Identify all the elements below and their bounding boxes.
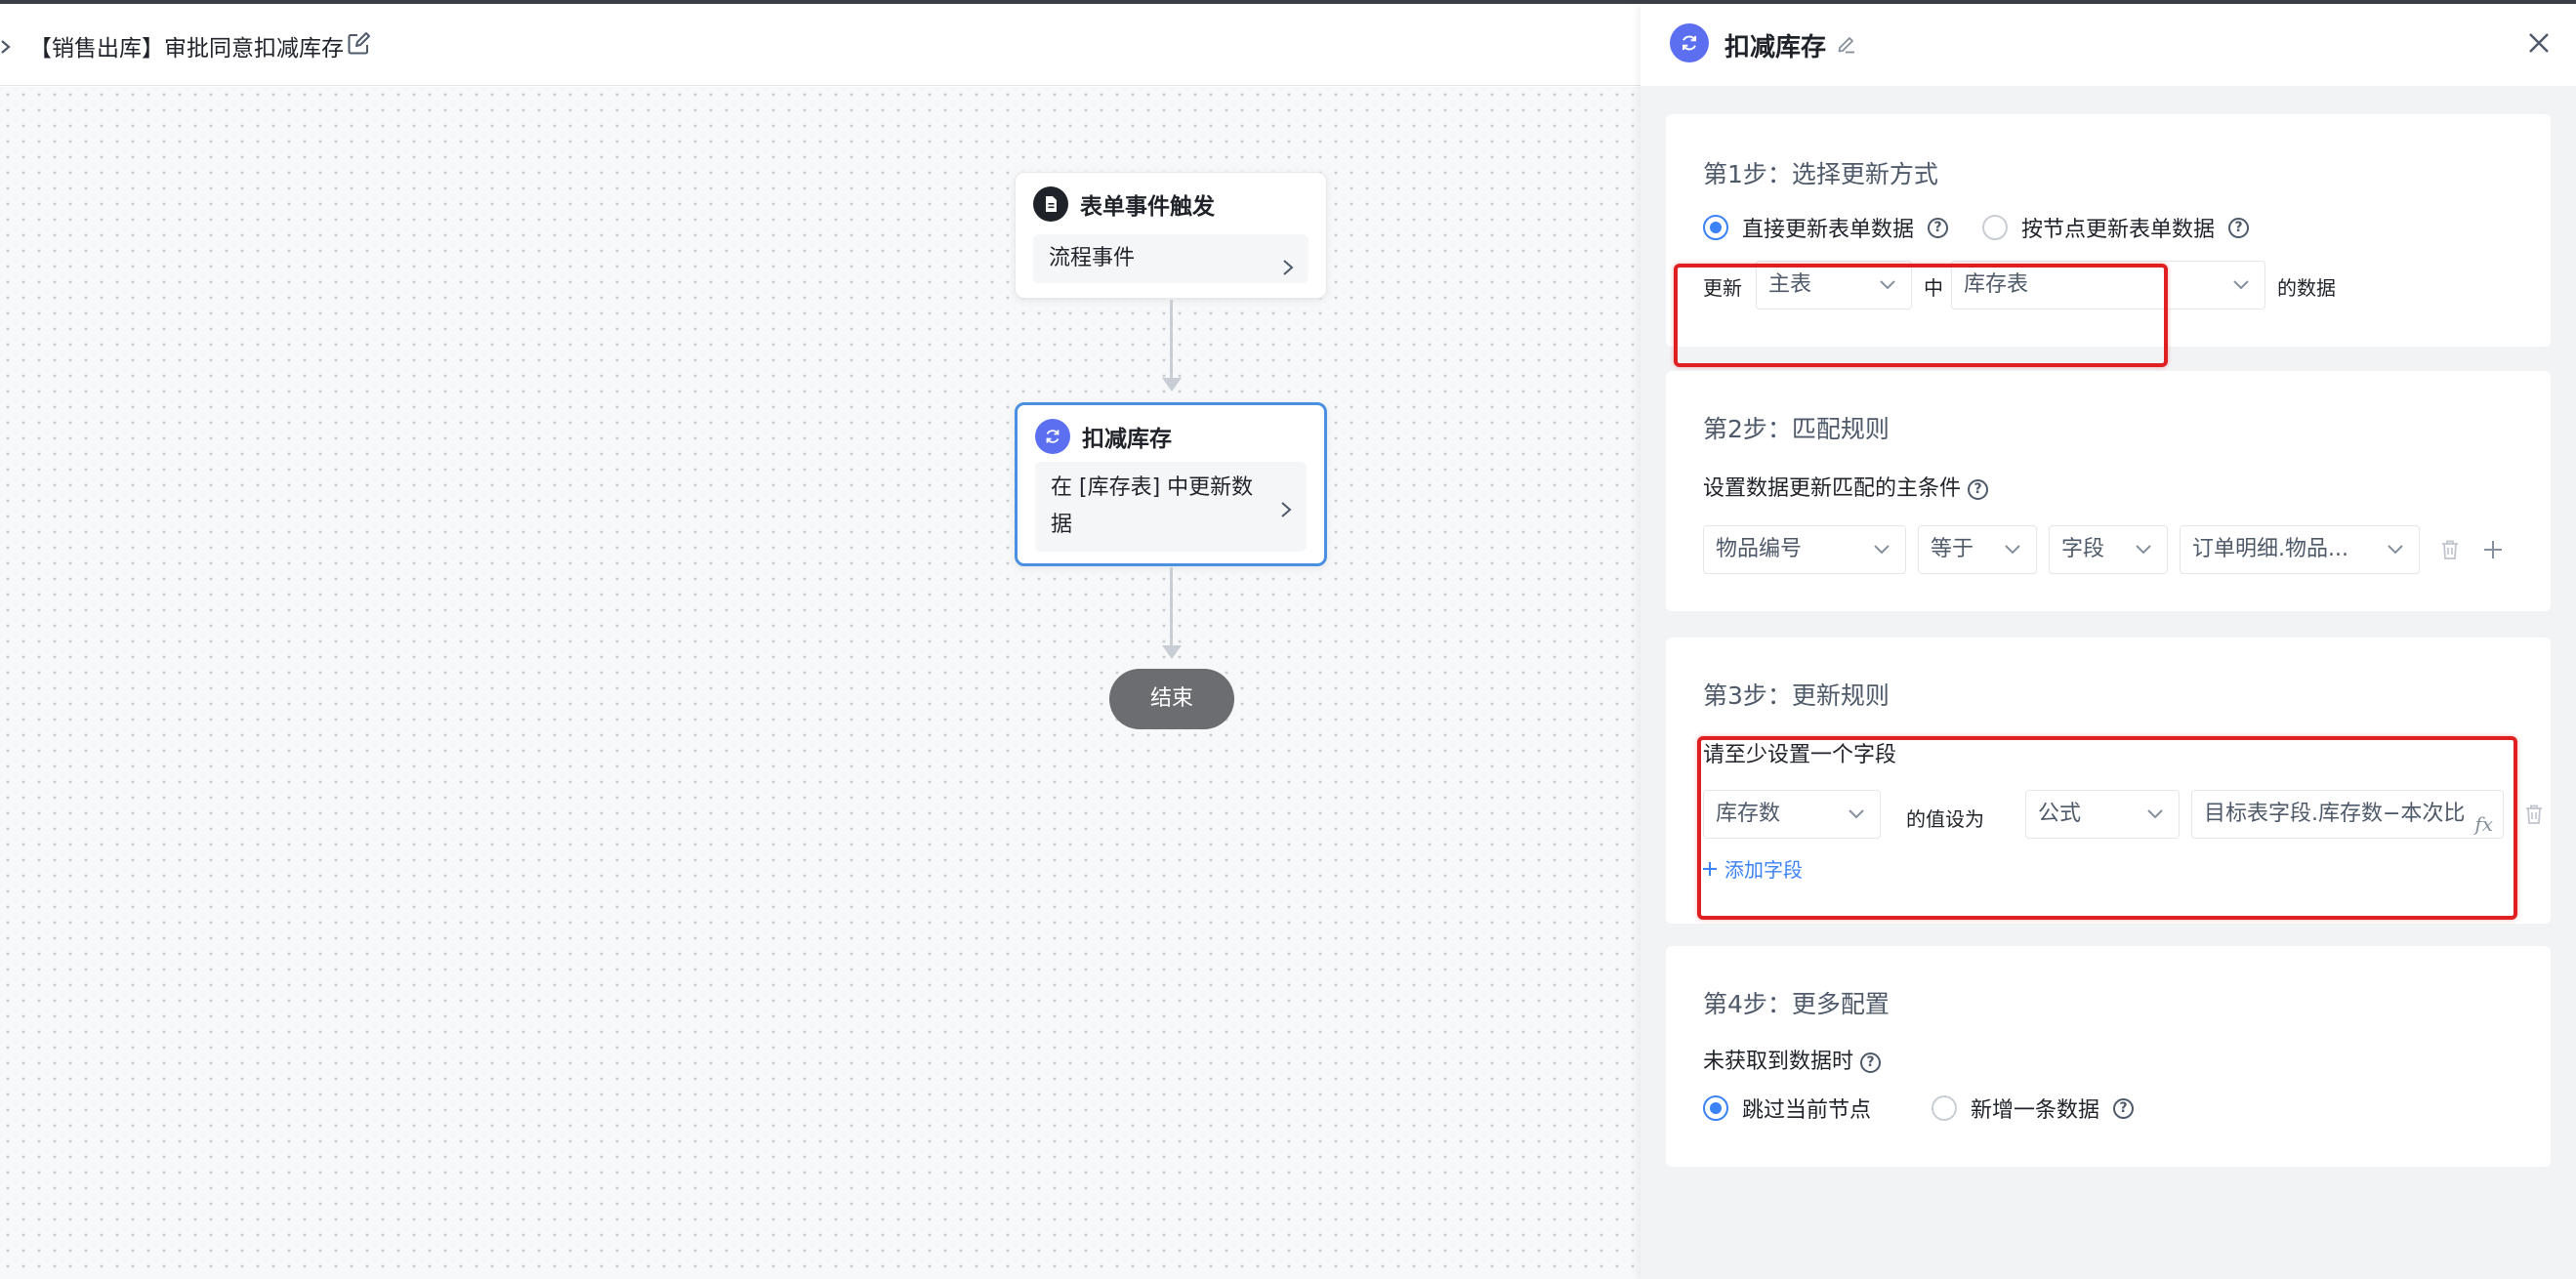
- radio-unchecked: [1932, 1095, 1957, 1121]
- operator-select[interactable]: 等于: [1918, 525, 2037, 574]
- close-icon[interactable]: [2523, 27, 2555, 59]
- sync-icon: [1670, 23, 1709, 62]
- connector-line: [1170, 567, 1173, 645]
- match-condition-label: 设置数据更新匹配的主条件 ?: [1703, 471, 1989, 502]
- no-data-label: 未获取到数据时 ?: [1703, 1044, 1882, 1075]
- radio-direct-update-label: 直接更新表单数据: [1742, 218, 1915, 242]
- flow-canvas[interactable]: 表单事件触发 流程事件 扣减库存 在 [库存表] 中更新数据 结束: [0, 87, 1641, 1279]
- chevron-down-icon: [2136, 545, 2151, 555]
- update-node-body[interactable]: 在 [库存表] 中更新数据: [1035, 462, 1307, 552]
- end-node[interactable]: 结束: [1109, 669, 1234, 729]
- sync-icon: [1035, 419, 1070, 454]
- help-icon[interactable]: ?: [2228, 217, 2250, 238]
- radio-add-record-label: 新增一条数据: [1971, 1098, 2100, 1123]
- match-value-select[interactable]: 订单明细.物品...: [2180, 525, 2420, 574]
- connector-arrow: [1162, 645, 1182, 659]
- radio-skip-node[interactable]: 跳过当前节点: [1703, 1093, 1871, 1124]
- value-type-value: 字段: [2061, 537, 2105, 561]
- radio-update-by-node[interactable]: 按节点更新表单数据 ?: [1982, 212, 2250, 243]
- help-icon[interactable]: ?: [1860, 1052, 1882, 1073]
- chevron-down-icon: [1874, 545, 1890, 555]
- radio-skip-node-label: 跳过当前节点: [1742, 1098, 1872, 1123]
- update-inventory-node[interactable]: 扣减库存 在 [库存表] 中更新数据: [1015, 402, 1327, 566]
- radio-checked: [1703, 215, 1728, 240]
- data-suffix-label: 的数据: [2277, 276, 2336, 300]
- delete-icon[interactable]: [2437, 537, 2463, 562]
- add-icon[interactable]: [2480, 537, 2506, 562]
- step4-card: 第4步：更多配置 未获取到数据时 ? 跳过当前节点 新增一条数据 ?: [1666, 946, 2551, 1167]
- step2-card: 第2步：匹配规则 设置数据更新匹配的主条件 ? 物品编号 等于 字段 订单明细.…: [1666, 371, 2551, 611]
- connector-arrow: [1162, 378, 1182, 392]
- step2-title: 第2步：匹配规则: [1703, 415, 1890, 443]
- help-icon[interactable]: ?: [2113, 1097, 2135, 1119]
- match-condition-text: 设置数据更新匹配的主条件: [1703, 476, 1962, 501]
- step4-title: 第4步：更多配置: [1703, 990, 1890, 1018]
- match-field-value: 物品编号: [1716, 537, 1803, 561]
- chevron-right-icon: [1279, 248, 1297, 275]
- value-type-select[interactable]: 字段: [2049, 525, 2168, 574]
- connector-line: [1170, 300, 1173, 378]
- flow-title: 【销售出库】审批同意扣减库存: [29, 36, 344, 62]
- operator-value: 等于: [1931, 537, 1974, 561]
- highlight-box: [1697, 736, 2517, 920]
- chevron-right-icon: [1277, 496, 1295, 517]
- pencil-icon[interactable]: [1836, 33, 1857, 55]
- match-value: 订单明细.物品...: [2192, 537, 2348, 561]
- delete-icon[interactable]: [2521, 802, 2547, 827]
- node-config-panel: 扣减库存 第1步：选择更新方式 直接更新表单数据 ? 按节点更新表单数据 ? 更…: [1641, 4, 2576, 1279]
- radio-unchecked: [1982, 215, 2008, 240]
- radio-direct-update[interactable]: 直接更新表单数据 ?: [1703, 212, 1949, 243]
- help-icon[interactable]: ?: [1928, 217, 1949, 238]
- update-node-body-text: 在 [库存表] 中更新数据: [1051, 475, 1254, 537]
- back-chevron-icon[interactable]: [0, 33, 14, 61]
- trigger-node[interactable]: 表单事件触发 流程事件: [1015, 172, 1327, 299]
- panel-header: 扣减库存: [1641, 4, 2576, 86]
- chevron-down-icon: [2388, 545, 2403, 555]
- step3-title: 第3步：更新规则: [1703, 681, 1890, 710]
- highlight-box: [1674, 264, 2168, 367]
- update-node-title: 扣减库存: [1082, 427, 1172, 452]
- trigger-node-body[interactable]: 流程事件: [1033, 234, 1309, 283]
- panel-title: 扣减库存: [1724, 33, 1827, 62]
- trigger-node-title: 表单事件触发: [1080, 194, 1215, 220]
- flow-header: 【销售出库】审批同意扣减库存: [0, 4, 1641, 86]
- chevron-down-icon: [2005, 545, 2020, 555]
- document-icon: [1033, 186, 1068, 222]
- match-field-select[interactable]: 物品编号: [1703, 525, 1906, 574]
- edit-icon[interactable]: [346, 31, 371, 57]
- no-data-text: 未获取到数据时: [1703, 1050, 1854, 1074]
- radio-add-record[interactable]: 新增一条数据 ?: [1932, 1093, 2135, 1124]
- trigger-node-body-text: 流程事件: [1049, 246, 1136, 270]
- radio-checked: [1703, 1095, 1728, 1121]
- radio-update-by-node-label: 按节点更新表单数据: [2021, 218, 2216, 242]
- chevron-down-icon: [2233, 280, 2249, 290]
- step1-title: 第1步：选择更新方式: [1703, 160, 1938, 188]
- help-icon[interactable]: ?: [1968, 478, 1989, 500]
